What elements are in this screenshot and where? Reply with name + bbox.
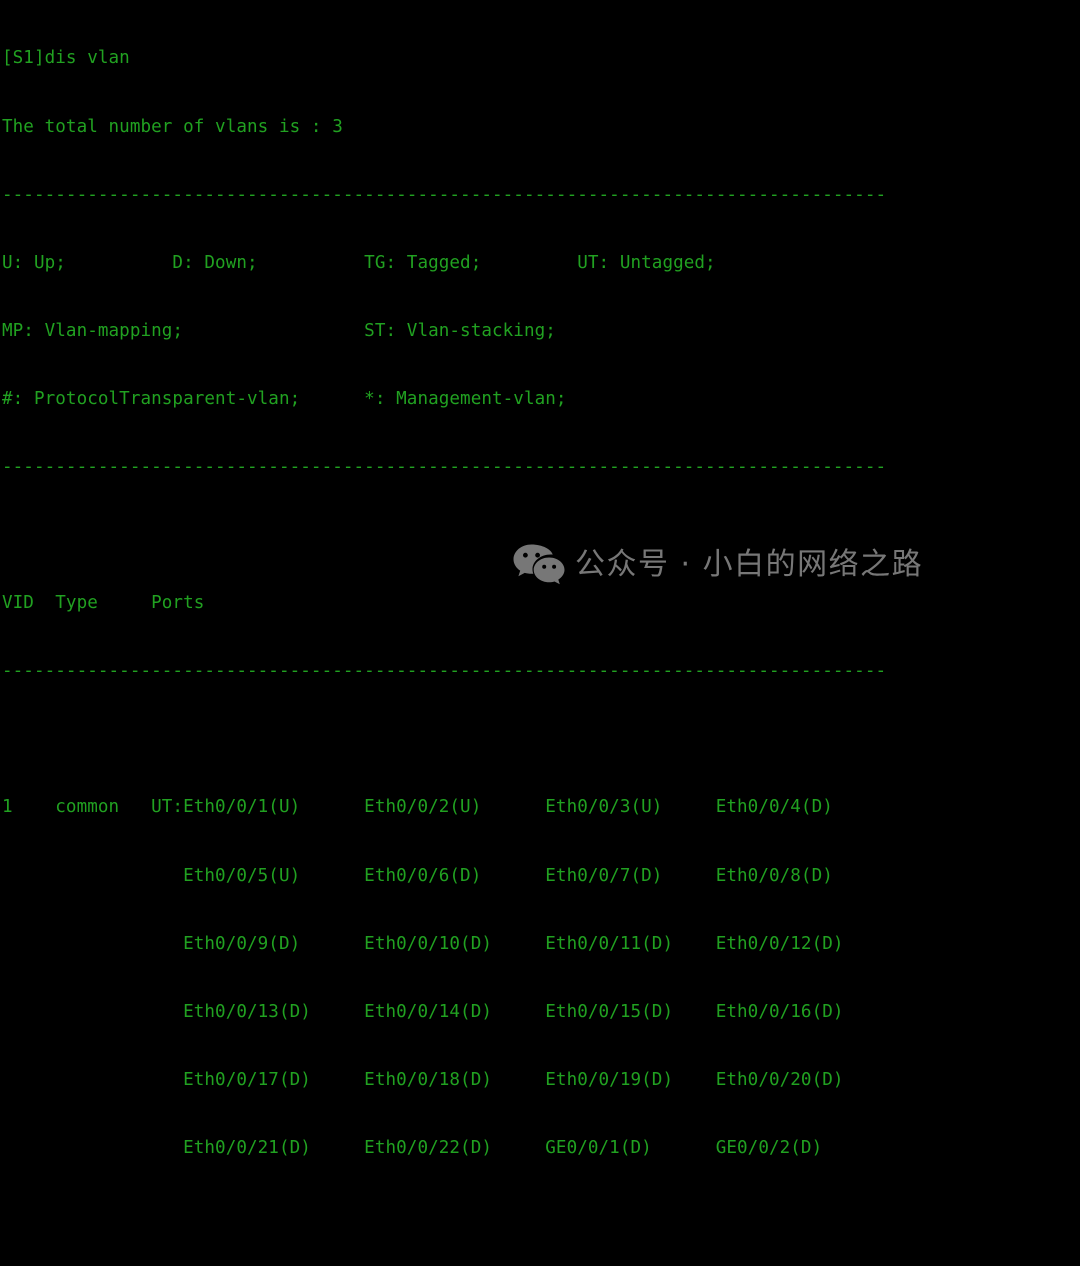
summary-line: The total number of vlans is : 3 xyxy=(2,116,343,137)
ports-table-header: VID Type Ports xyxy=(2,593,205,614)
ports-row-vlan1-2: Eth0/0/5(U) Eth0/0/6(D) Eth0/0/7(D) Eth0… xyxy=(2,865,833,886)
blank-line-1 xyxy=(2,524,886,547)
terminal-window[interactable]: [S1]dis vlan The total number of vlans i… xyxy=(0,0,1080,1158)
ports-row-vlan1-5: Eth0/0/17(D) Eth0/0/18(D) Eth0/0/19(D) E… xyxy=(2,1069,844,1090)
separator-line-3: ----------------------------------------… xyxy=(2,661,887,682)
ports-row-vlan1-4: Eth0/0/13(D) Eth0/0/14(D) Eth0/0/15(D) E… xyxy=(2,1001,844,1022)
legend-row-2: MP: Vlan-mapping; ST: Vlan-stacking; xyxy=(2,320,556,341)
ports-row-vlan1-1: 1 common UT:Eth0/0/1(U) Eth0/0/2(U) Eth0… xyxy=(2,797,833,818)
terminal-output: [S1]dis vlan The total number of vlans i… xyxy=(2,2,886,1266)
blank-line-2 xyxy=(2,728,886,751)
legend-row-1: U: Up; D: Down; TG: Tagged; UT: Untagged… xyxy=(2,252,716,273)
ports-row-vlan1-3: Eth0/0/9(D) Eth0/0/10(D) Eth0/0/11(D) Et… xyxy=(2,933,844,954)
blank-line-3 xyxy=(2,1205,886,1228)
prompt-command-line: [S1]dis vlan xyxy=(2,48,130,69)
ports-row-vlan1-6: Eth0/0/21(D) Eth0/0/22(D) GE0/0/1(D) GE0… xyxy=(2,1137,823,1158)
legend-row-3: #: ProtocolTransparent-vlan; *: Manageme… xyxy=(2,388,567,409)
separator-line-2: ----------------------------------------… xyxy=(2,456,887,477)
separator-line-1: ----------------------------------------… xyxy=(2,184,887,205)
